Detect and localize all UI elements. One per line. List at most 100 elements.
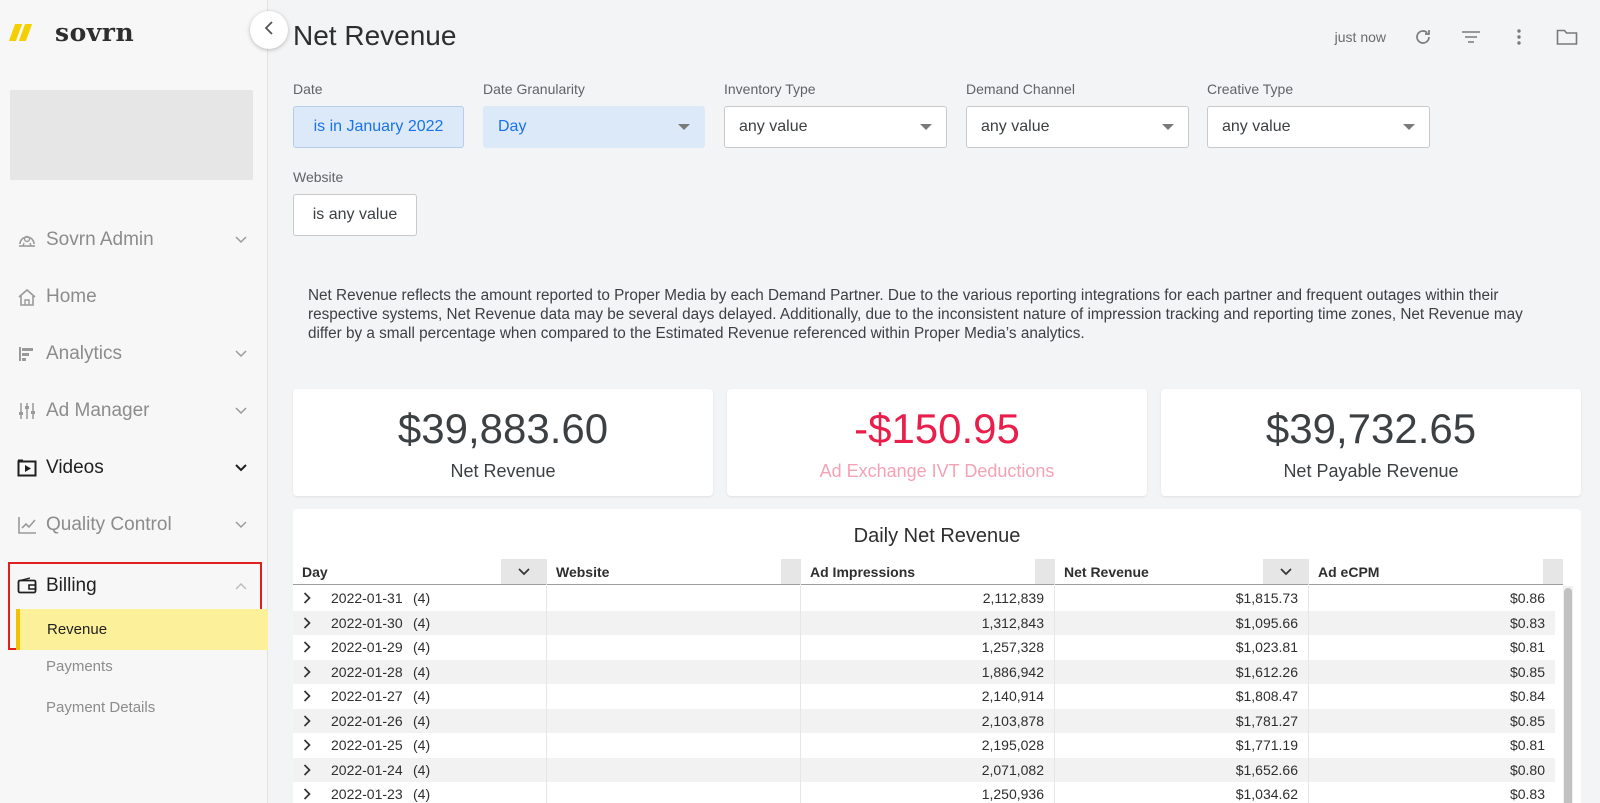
sidebar-subitem-revenue[interactable]: Revenue (16, 609, 268, 650)
analytics-icon (16, 343, 38, 365)
sovrn-logo[interactable]: sovrn (8, 18, 134, 47)
chevron-right-icon[interactable] (303, 758, 311, 783)
cell-website (547, 733, 801, 758)
cell-ad-impressions: 2,071,082 (801, 757, 1055, 782)
account-placeholder (10, 90, 253, 180)
column-menu-handle[interactable] (781, 559, 801, 584)
chevron-right-icon[interactable] (303, 684, 311, 709)
day-value: 2022-01-27 (331, 688, 403, 704)
table-row[interactable]: 2022-01-29 (4) 1,257,328 $1,023.81 $0.81 (293, 635, 1555, 660)
group-count: (4) (413, 688, 431, 704)
date-granularity-filter: Date Granularity Day (483, 81, 705, 148)
group-count: (4) (413, 737, 431, 753)
kpi-card-net-revenue: $39,883.60 Net Revenue (293, 389, 713, 496)
sidebar-subitem-payment-details[interactable]: Payment Details (46, 699, 155, 716)
day-value: 2022-01-29 (331, 639, 403, 655)
wallet-icon (16, 575, 38, 597)
table-scrollbar[interactable] (1563, 586, 1573, 803)
website-filter-input[interactable]: is any value (293, 194, 417, 236)
kpi-card-net-payable-revenue: $39,732.65 Net Payable Revenue (1161, 389, 1581, 496)
sidebar-item-label: Analytics (46, 343, 123, 364)
refresh-icon[interactable] (1412, 26, 1434, 48)
cell-day: 2022-01-24 (4) (293, 757, 547, 783)
column-header-ad-ecpm[interactable]: Ad eCPM (1309, 559, 1563, 585)
table-header: Day Website Ad Impressions Net Revenue A… (293, 559, 1563, 585)
cell-ad-ecpm: $0.84 (1509, 688, 1545, 704)
column-header-day[interactable]: Day (293, 559, 547, 585)
inventory-type-filter: Inventory Type any value (724, 81, 947, 148)
sidebar-item-label: Ad Manager (46, 400, 150, 421)
column-menu-handle[interactable] (1035, 559, 1055, 584)
select-value: Day (498, 118, 527, 135)
kpi-label: Net Revenue (450, 461, 556, 481)
table-row[interactable]: 2022-01-25 (4) 2,195,028 $1,771.19 $0.81 (293, 733, 1555, 758)
filter-icon[interactable] (1460, 26, 1482, 48)
table-row[interactable]: 2022-01-27 (4) 2,140,914 $1,808.47 $0.84 (293, 684, 1555, 709)
more-vertical-icon[interactable] (1508, 26, 1530, 48)
inventory-type-select[interactable]: any value (724, 106, 947, 148)
cell-ad-ecpm: $0.81 (1509, 639, 1545, 655)
sidebar-item-label: Billing (46, 575, 97, 596)
creative-type-filter: Creative Type any value (1207, 81, 1430, 148)
sidebar-item-quality-control[interactable]: Quality Control (0, 505, 268, 545)
chevron-right-icon[interactable] (303, 611, 311, 636)
cell-day: 2022-01-25 (4) (293, 733, 547, 758)
folder-icon[interactable] (1556, 26, 1578, 48)
day-value: 2022-01-30 (331, 614, 403, 631)
chevron-down-icon[interactable] (1263, 559, 1309, 584)
date-filter: Date is in January 2022 (293, 81, 464, 148)
cell-ad-ecpm: $0.83 (1509, 786, 1545, 802)
date-filter-input[interactable]: is in January 2022 (293, 106, 464, 148)
column-header-ad-impressions[interactable]: Ad Impressions (801, 559, 1055, 585)
scrollbar-thumb[interactable] (1564, 588, 1572, 803)
cell-net-revenue: $1,612.26 (1055, 659, 1309, 684)
last-updated-text: just now (1334, 29, 1386, 45)
cell-net-revenue: $1,095.66 (1055, 610, 1309, 635)
table-row[interactable]: 2022-01-24 (4) 2,071,082 $1,652.66 $0.80 (293, 757, 1555, 783)
table-row[interactable]: 2022-01-28 (4) 1,886,942 $1,612.26 $0.85 (293, 659, 1555, 685)
chevron-right-icon[interactable] (303, 635, 311, 660)
table-row[interactable]: 2022-01-31 (4) 2,112,839 $1,815.73 $0.86 (293, 586, 1555, 611)
column-menu-handle[interactable] (1543, 559, 1563, 584)
sidebar-item-ad-manager[interactable]: Ad Manager (0, 391, 268, 431)
chevron-right-icon[interactable] (303, 782, 311, 803)
table-title: Daily Net Revenue (853, 525, 1021, 547)
column-header-website[interactable]: Website (547, 559, 801, 585)
collapse-sidebar-button[interactable] (250, 11, 288, 49)
sidebar-item-videos[interactable]: Videos (0, 448, 268, 488)
cell-website (547, 610, 801, 635)
chevron-right-icon[interactable] (303, 709, 311, 734)
chevron-right-icon[interactable] (303, 660, 311, 685)
sidebar-item-sovrn-admin[interactable]: Sovrn Admin (0, 220, 268, 260)
sidebar-item-analytics[interactable]: Analytics (0, 334, 268, 374)
sidebar-item-billing[interactable]: Billing (0, 566, 268, 606)
dropdown-arrow-icon (678, 124, 690, 130)
chevron-down-icon (234, 461, 248, 475)
sidebar-subitem-payments[interactable]: Payments (46, 658, 113, 675)
chevron-right-icon[interactable] (303, 586, 311, 611)
chart-line-icon (16, 514, 38, 536)
chevron-right-icon[interactable] (303, 733, 311, 758)
table-row[interactable]: 2022-01-26 (4) 2,103,878 $1,781.27 $0.85 (293, 708, 1555, 734)
group-count: (4) (413, 786, 431, 802)
table-row[interactable]: 2022-01-30 (4) 1,312,843 $1,095.66 $0.83 (293, 610, 1555, 636)
cell-day: 2022-01-28 (4) (293, 659, 547, 685)
day-value: 2022-01-26 (331, 712, 403, 729)
date-granularity-select[interactable]: Day (483, 106, 705, 148)
cell-website (547, 635, 801, 660)
demand-channel-filter: Demand Channel any value (966, 81, 1189, 148)
cell-net-revenue: $1,652.66 (1055, 757, 1309, 782)
cell-ad-impressions: 2,195,028 (801, 733, 1055, 758)
cell-ad-ecpm: $0.81 (1509, 737, 1545, 753)
chevron-up-icon (234, 579, 248, 593)
cell-ad-ecpm: $0.85 (1509, 712, 1545, 729)
sidebar-item-home[interactable]: Home (0, 277, 268, 317)
column-header-net-revenue[interactable]: Net Revenue (1055, 559, 1309, 585)
home-icon (16, 286, 38, 308)
creative-type-select[interactable]: any value (1207, 106, 1430, 148)
select-value: any value (739, 118, 808, 135)
table-row[interactable]: 2022-01-23 (4) 1,250,936 $1,034.62 $0.83 (293, 782, 1555, 803)
demand-channel-select[interactable]: any value (966, 106, 1189, 148)
chevron-down-icon[interactable] (501, 559, 547, 584)
day-value: 2022-01-28 (331, 663, 403, 680)
